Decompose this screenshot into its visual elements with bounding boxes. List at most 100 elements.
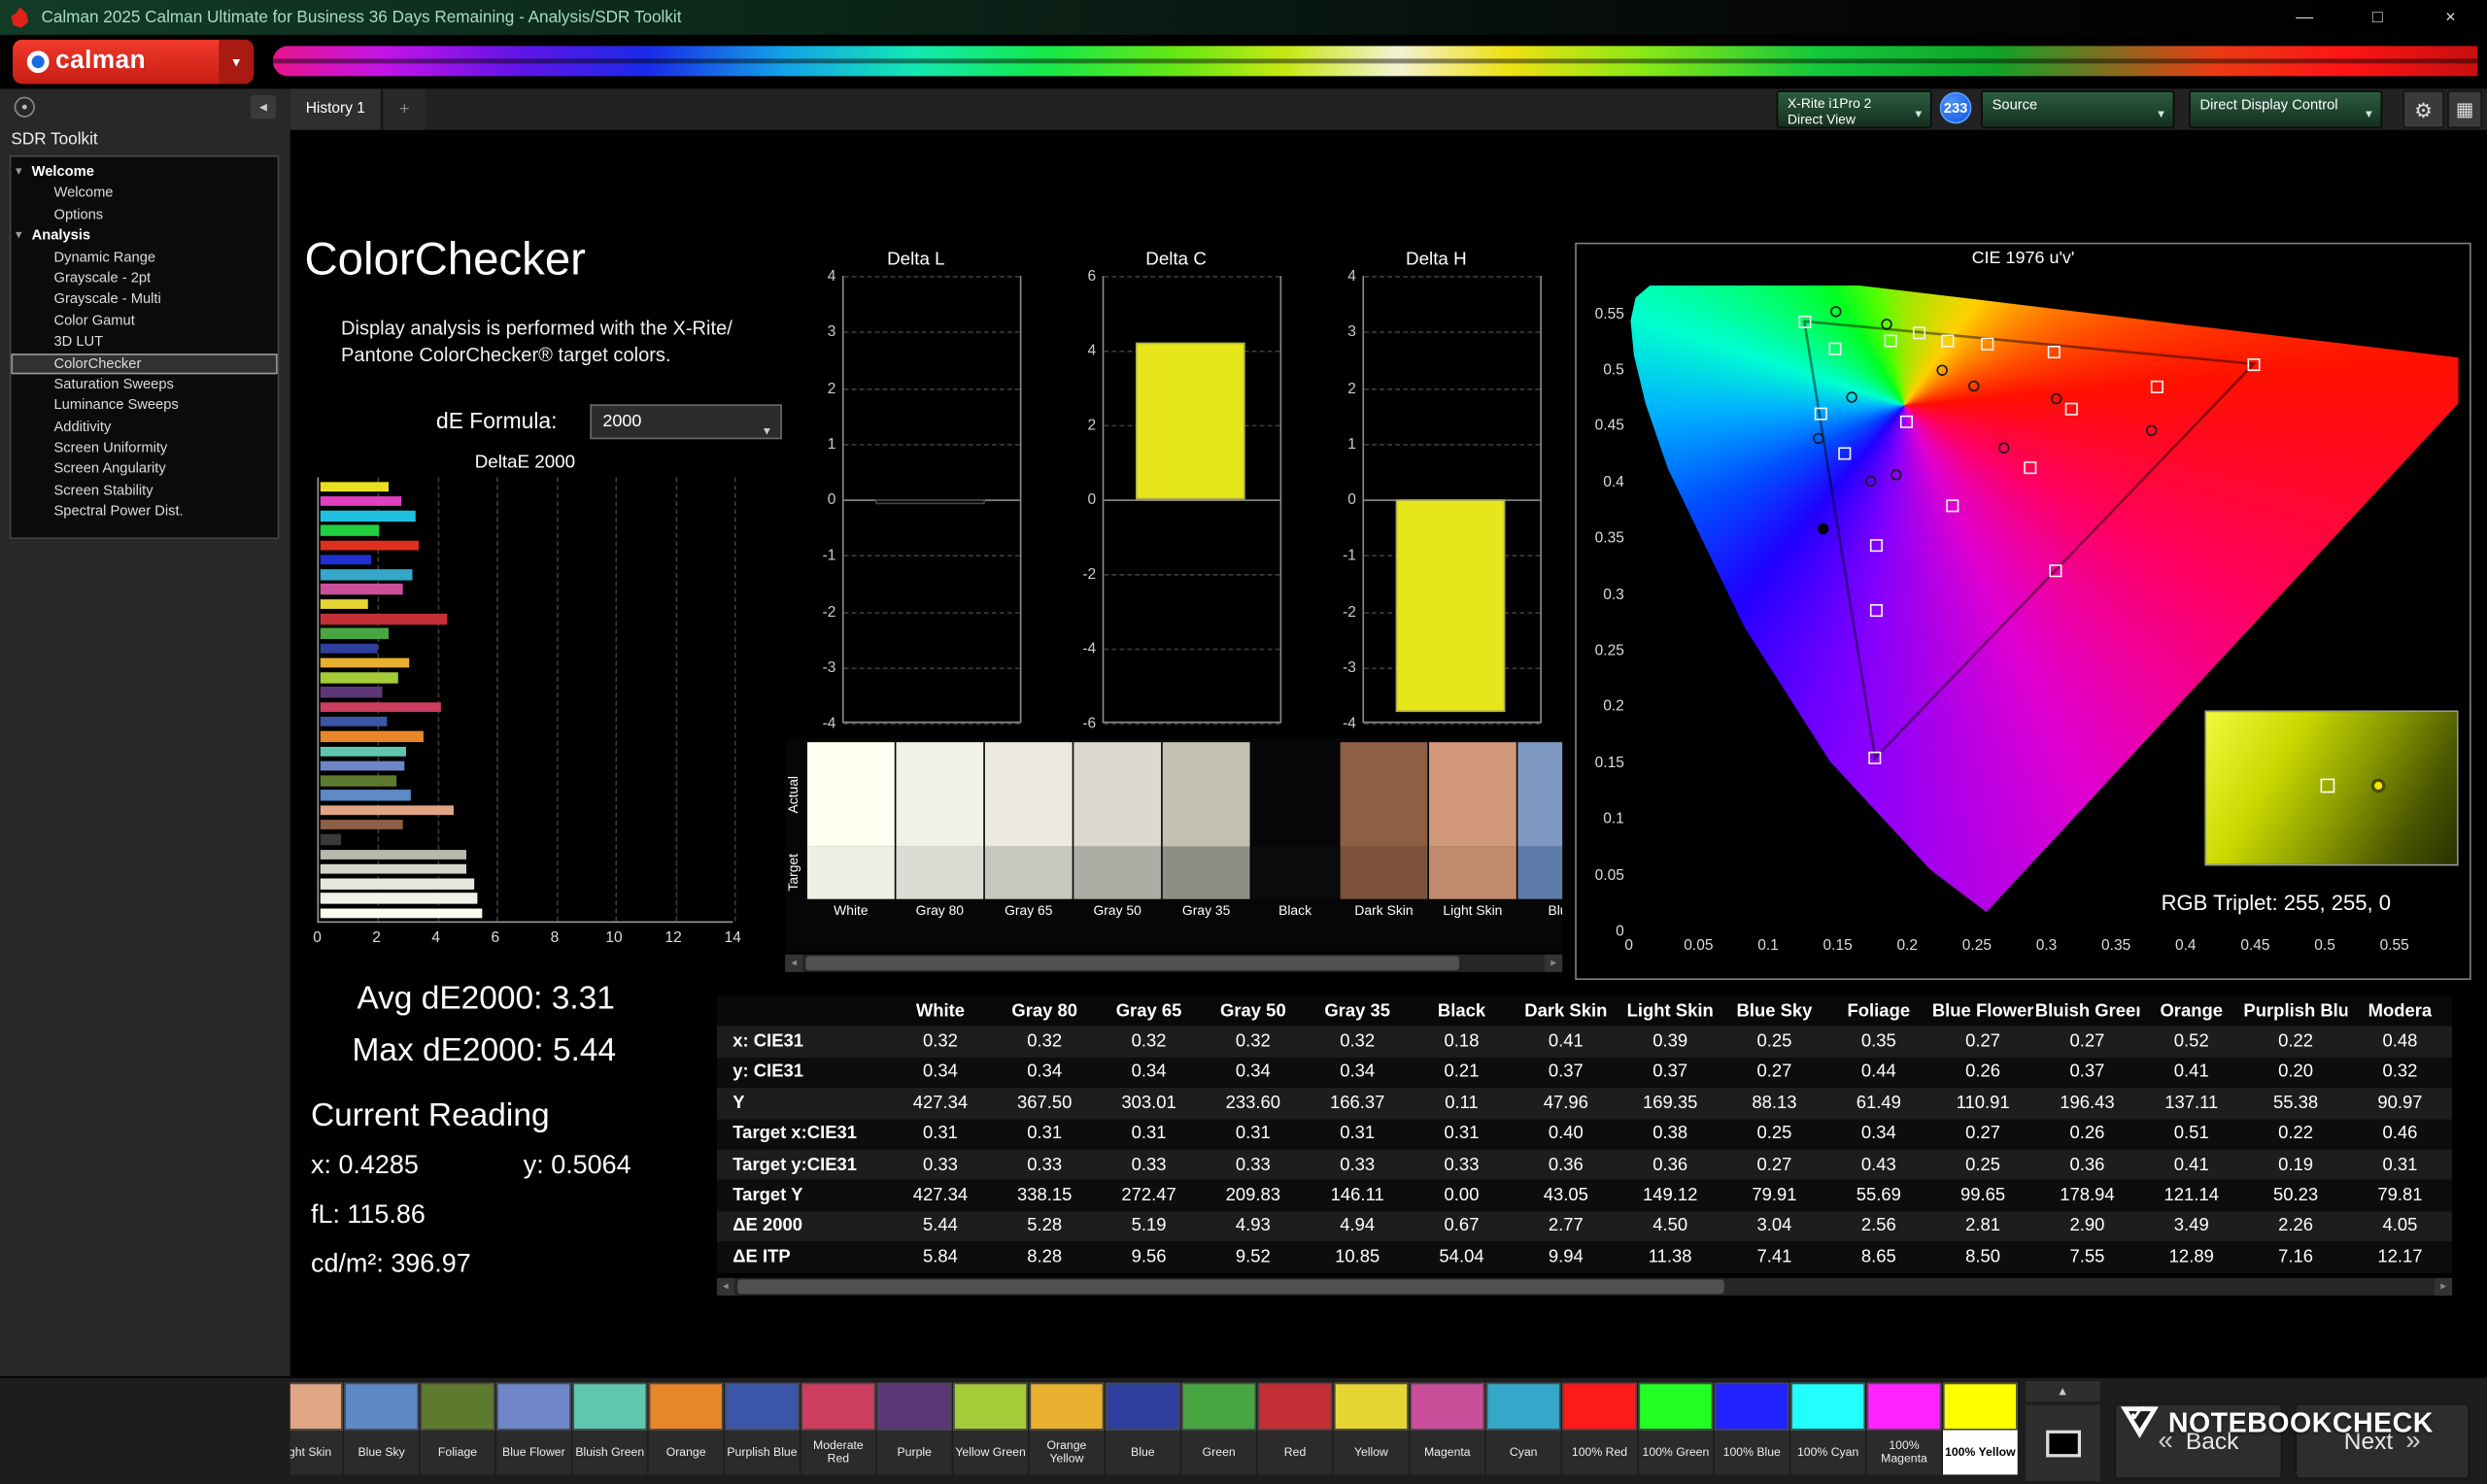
patch-bluish-green[interactable]: Bluish Green [572,1382,648,1475]
source-dropdown[interactable]: Source ▼ [1981,90,2175,129]
axis-tick-label: 8 [550,928,560,947]
patch-blue-sky[interactable]: Blue Sky [344,1382,420,1475]
sidebar-item-options[interactable]: Options [11,204,277,225]
page-title: ColorChecker [304,234,586,286]
patch-yellow[interactable]: Yellow [1334,1382,1409,1475]
sidebar-item-grayscale-multi[interactable]: Grayscale - Multi [11,289,277,311]
patch-100-magenta[interactable]: 100% Magenta [1866,1382,1942,1475]
patch-foliage[interactable]: Foliage [420,1382,495,1475]
sidebar-item-screen-stability[interactable]: Screen Stability [11,480,277,501]
scroll-right-icon[interactable]: ▸ [2435,1277,2453,1296]
patch-red[interactable]: Red [1257,1382,1333,1475]
scroll-left-icon[interactable]: ◂ [716,1277,734,1296]
swatch-scroll-thumb[interactable] [805,956,1459,971]
patch-label: Blue Flower [502,1443,565,1459]
patch-green[interactable]: Green [1181,1382,1257,1475]
sidebar-item-color-gamut[interactable]: Color Gamut [11,311,277,332]
table-scroll-thumb[interactable] [737,1279,1724,1295]
new-tab-button[interactable]: + [384,88,426,130]
sidebar-item-3d-lut[interactable]: 3D LUT [11,331,277,353]
settings-button[interactable]: ⚙ [2402,90,2444,129]
axis-tick-label: -3 [822,658,836,677]
sidebar-item-colorchecker[interactable]: ColorChecker [11,353,278,375]
table-cell: 178.94 [2060,1186,2115,1205]
sidebar-section-analysis[interactable]: ▾ Analysis [11,225,277,247]
delta-bar [875,499,985,505]
column-header-light-skin: Light Skin [1626,1001,1714,1021]
sidebar-item-luminance-sweeps[interactable]: Luminance Sweeps [11,395,277,417]
patch-100-red[interactable]: 100% Red [1562,1382,1637,1475]
layout-button[interactable]: ▦ [2447,90,2483,129]
patch-purple[interactable]: Purple [876,1382,952,1475]
sidebar-title: SDR Toolkit [11,129,98,150]
swatch-scrollbar[interactable]: ◂ ▸ [785,954,1563,972]
table-cell: 0.27 [1965,1124,2001,1144]
column-header-bluish-green: Bluish Green [2034,1001,2140,1021]
display-control-dropdown[interactable]: Direct Display Control ▼ [2189,90,2383,129]
table-cell: 0.31 [1027,1124,1063,1144]
sidebar-item-spectral-power-dist[interactable]: Spectral Power Dist. [11,501,277,523]
sidebar-item-saturation-sweeps[interactable]: Saturation Sweeps [11,374,277,395]
sidebar-item-screen-angularity[interactable]: Screen Angularity [11,459,277,481]
de-formula-dropdown[interactable]: 2000 ▼ [590,404,782,440]
logo-dropdown-arrow-icon[interactable]: ▼ [219,39,255,84]
tree-item-label: Options [53,205,104,222]
delta-l-axis: 4 3 2 1 0 -1 -2 -3 -4 [801,251,836,745]
minimize-button[interactable]: — [2268,0,2341,35]
pattern-window-button[interactable] [2025,1404,2100,1481]
axis-tick-label: 0 [1624,936,1634,955]
patch-moderate-red[interactable]: Moderate Red [801,1382,876,1475]
patch-light-skin[interactable]: Light Skin [290,1382,343,1475]
patch-orange[interactable]: Orange [648,1382,724,1475]
sidebar-item-additivity[interactable]: Additivity [11,417,277,438]
table-cell: 47.96 [1543,1094,1588,1113]
sidebar-item-screen-uniformity[interactable]: Screen Uniformity [11,438,277,459]
scroll-right-icon[interactable]: ▸ [1545,954,1563,972]
column-header-gray-65: Gray 65 [1115,1001,1182,1021]
patch-orange-yellow[interactable]: Orange Yellow [1029,1382,1105,1475]
table-cell: 8.28 [1027,1247,1063,1267]
close-button[interactable]: × [2414,0,2487,35]
patch-color [1942,1382,2018,1431]
gridline [1104,648,1280,651]
table-row-y: Y 427.34 367.50 303.01 233.60 166.37 0.11 47.96… [716,1088,2453,1119]
patch-purplish-blue[interactable]: Purplish Blue [725,1382,800,1475]
workflow-options-button[interactable] [14,96,35,118]
patch-cyan[interactable]: Cyan [1485,1382,1561,1475]
table-cell: 272.47 [1121,1186,1176,1205]
sidebar-section-welcome[interactable]: ▾ Welcome [11,162,277,184]
sidebar-item-welcome[interactable]: Welcome [11,183,277,204]
table-row-e-itp: ΔE ITP 5.84 8.28 9.56 9.52 10.85 54.04 9.94 11.3… [716,1241,2453,1273]
table-cell: 8.50 [1965,1247,2001,1267]
axis-tick-label: 6 [1087,267,1097,286]
table-scrollbar[interactable]: ◂ ▸ [716,1277,2453,1296]
gridline [1364,331,1541,334]
sidebar-collapse-button[interactable]: ◄ [250,94,277,119]
table-cell: 9.56 [1131,1247,1167,1267]
maximize-button[interactable]: □ [2341,0,2414,35]
tree-item-label: Color Gamut [53,312,135,328]
scroll-left-icon[interactable]: ◂ [785,954,803,972]
patch-magenta[interactable]: Magenta [1410,1382,1485,1475]
calman-logo-button[interactable]: calman ▼ [13,39,255,84]
swatch-scroll-track[interactable] [802,955,1545,972]
patch-100-blue[interactable]: 100% Blue [1714,1382,1789,1475]
patch-blue[interactable]: Blue [1105,1382,1180,1475]
patch-100-green[interactable]: 100% Green [1638,1382,1714,1475]
table-cell: 0.31 [922,1124,958,1144]
meter-dropdown[interactable]: X-Rite i1Pro 2 Direct View ▼ [1776,90,1932,129]
patch-blue-flower[interactable]: Blue Flower [496,1382,571,1475]
patch-yellow-green[interactable]: Yellow Green [953,1382,1028,1475]
table-scroll-track[interactable] [734,1278,2435,1296]
patch-bar-expand-button[interactable]: ▴ [2025,1381,2100,1402]
patch-100-yellow[interactable]: 100% Yellow [1942,1382,2018,1475]
table-cell: 90.97 [2377,1094,2423,1113]
deltae-chart-title: DeltaE 2000 [474,453,576,473]
axis-tick-label: 0.15 [1594,754,1624,772]
sidebar-item-dynamic-range[interactable]: Dynamic Range [11,247,277,268]
patch-label: 100% Blue [1722,1443,1781,1459]
patch-100-cyan[interactable]: 100% Cyan [1790,1382,1865,1475]
tab-history-1[interactable]: History 1 [290,88,383,130]
sidebar-item-grayscale-2pt[interactable]: Grayscale - 2pt [11,268,277,289]
table-cell: 0.22 [2278,1031,2314,1052]
